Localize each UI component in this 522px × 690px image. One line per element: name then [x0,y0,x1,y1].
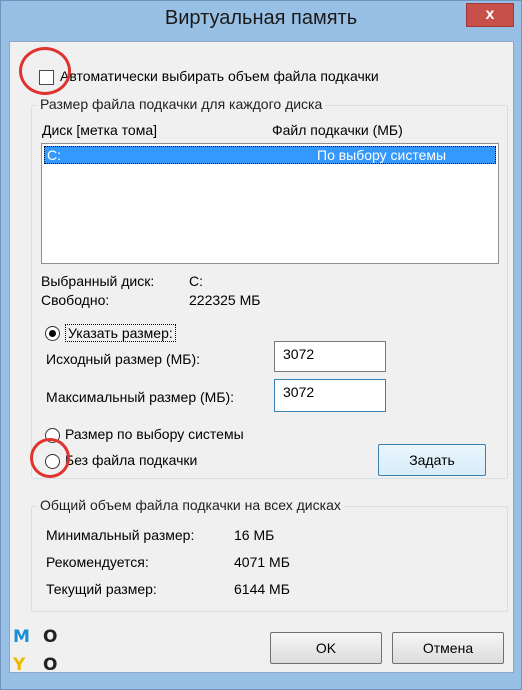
column-header-paging-size: Файл подкачки (МБ) [272,122,403,138]
drive-paging-setting: По выбору системы [317,147,447,163]
logo-letter-o-bottom: O [43,655,58,675]
free-space-label: Свободно: [41,292,110,308]
ok-button[interactable]: OK [270,632,382,664]
total-paging-group-caption: Общий объем файла подкачки на всех диска… [37,497,344,513]
window-title: Виртуальная память [164,7,358,29]
column-header-drive: Диск [метка тома] [42,122,158,138]
drive-list[interactable]: C: По выбору системы [41,143,499,264]
free-space-value: 222325 МБ [189,292,261,308]
highlight-circle-auto-checkbox [19,47,71,95]
cancel-button[interactable]: Отмена [392,632,504,664]
custom-size-radio[interactable] [45,326,60,341]
min-size-label: Минимальный размер: [46,527,195,543]
radio-selected-dot [49,330,56,337]
logo-letter-o-top: O [43,627,58,647]
highlight-circle-no-paging [30,438,70,478]
close-icon: x [485,6,495,23]
drive-letter: C: [47,147,61,163]
logo-letter-m: M [13,627,30,647]
selected-drive-value: C: [189,273,203,289]
per-drive-group-caption: Размер файла подкачки для каждого диска [37,96,326,112]
initial-size-input[interactable]: 3072 [274,341,386,372]
custom-size-label[interactable]: Указать размер: [65,324,176,342]
no-paging-file-label[interactable]: Без файла подкачки [65,452,197,468]
initial-size-label: Исходный размер (МБ): [46,351,201,367]
max-size-label: Максимальный размер (МБ): [46,389,235,405]
max-size-input[interactable]: 3072 [274,379,386,412]
moyo-watermark-logo: M O Y O [7,625,67,685]
current-size-label: Текущий размер: [46,581,157,597]
selected-drive-label: Выбранный диск: [41,273,155,289]
set-button[interactable]: Задать [378,444,486,476]
close-button[interactable]: x [466,3,514,27]
recommended-size-label: Рекомендуется: [46,554,149,570]
title-bar[interactable]: Виртуальная память x [1,1,521,39]
dialog-window: Виртуальная память x Автоматически выбир… [0,0,522,690]
logo-letter-y: Y [13,655,26,675]
drive-list-row[interactable]: C: По выбору системы [44,146,496,164]
recommended-size-value: 4071 МБ [234,554,290,570]
dialog-body: Автоматически выбирать объем файла подка… [9,41,514,673]
min-size-value: 16 МБ [234,527,275,543]
system-managed-label[interactable]: Размер по выбору системы [65,426,244,442]
auto-manage-label[interactable]: Автоматически выбирать объем файла подка… [60,68,379,84]
current-size-value: 6144 МБ [234,581,290,597]
